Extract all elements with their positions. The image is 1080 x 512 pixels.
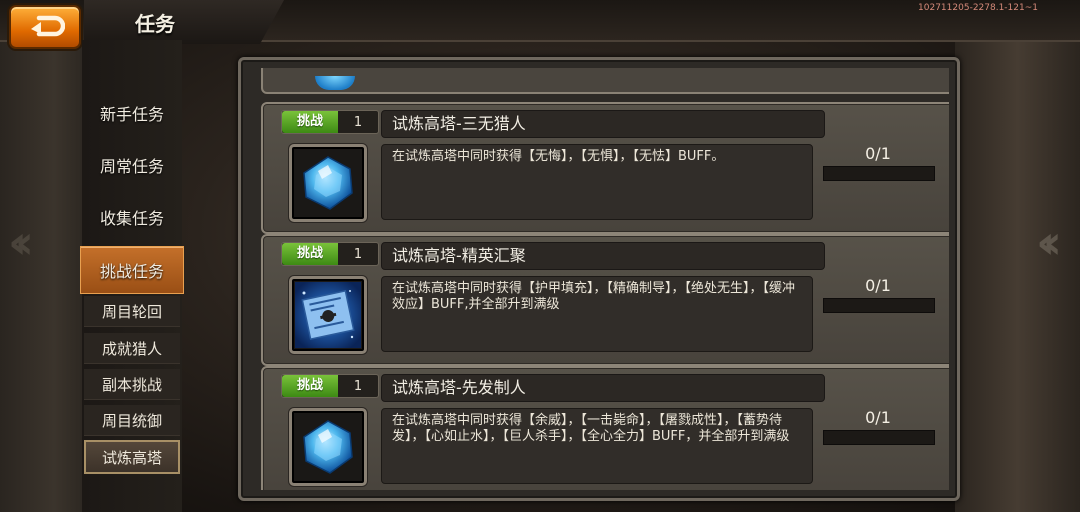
chevron-decor-left-icon: ‹‹ xyxy=(8,215,34,269)
task-card: 挑战 1 试炼高塔-三无猎人 在试炼高塔中同时获得【无悔】，【无惧】，【无怯】B… xyxy=(261,102,949,234)
title-plate xyxy=(84,0,284,44)
task-card: 挑战 1 试炼高塔-先发制人 在试炼高塔中同时获得【余威】，【一击毙命】，【屠戮… xyxy=(261,366,949,490)
task-name: 试炼高塔-先发制人 xyxy=(381,374,825,402)
progress-bar xyxy=(823,430,935,445)
build-info: 102711205-2278.1-121~1 xyxy=(918,3,1038,13)
reward-slot[interactable] xyxy=(289,144,367,222)
subtab-dominion[interactable]: 周目统御 xyxy=(84,405,180,436)
task-name: 试炼高塔-精英汇聚 xyxy=(381,242,825,270)
task-panel: 挑战 1 试炼高塔-三无猎人 在试炼高塔中同时获得【无悔】，【无惧】，【无怯】B… xyxy=(238,57,960,501)
progress-text: 0/1 xyxy=(865,144,891,163)
blue-crystal-icon xyxy=(303,420,353,474)
tab-collect[interactable]: 收集任务 xyxy=(82,194,182,240)
subtab-tower[interactable]: 试炼高塔 xyxy=(84,440,180,474)
task-tag: 挑战 1 xyxy=(281,374,379,398)
tab-novice[interactable]: 新手任务 xyxy=(82,90,182,136)
tag-count: 1 xyxy=(353,378,363,394)
progress-text: 0/1 xyxy=(865,276,891,295)
back-button[interactable] xyxy=(9,5,81,49)
subtab-cycle[interactable]: 周目轮回 xyxy=(84,296,180,327)
subtab-achievement[interactable]: 成就猎人 xyxy=(84,333,180,364)
back-arrow-icon xyxy=(31,15,65,37)
tag-label: 挑战 xyxy=(282,111,338,133)
tab-weekly[interactable]: 周常任务 xyxy=(82,142,182,188)
task-list[interactable]: 挑战 1 试炼高塔-三无猎人 在试炼高塔中同时获得【无悔】，【无惧】，【无怯】B… xyxy=(249,68,949,490)
tag-count: 1 xyxy=(353,246,363,262)
task-name: 试炼高塔-三无猎人 xyxy=(381,110,825,138)
page-title: 任务 xyxy=(135,12,175,36)
tag-count: 1 xyxy=(353,114,363,130)
tag-label: 挑战 xyxy=(282,375,338,397)
progress-bar xyxy=(823,298,935,313)
subtab-dungeon[interactable]: 副本挑战 xyxy=(84,369,180,400)
tag-label: 挑战 xyxy=(282,243,338,265)
task-tag: 挑战 1 xyxy=(281,110,379,134)
corridor-wall-right: ‹‹ xyxy=(955,40,1080,512)
blueprint-scroll-icon xyxy=(295,282,361,348)
task-card-partial xyxy=(261,68,949,94)
task-card: 挑战 1 试炼高塔-精英汇聚 在试炼高塔中同时获得【护甲填充】，【精确制导】，【… xyxy=(261,234,949,366)
progress-bar xyxy=(823,166,935,181)
task-description: 在试炼高塔中同时获得【余威】，【一击毙命】，【屠戮成性】，【蓄势待发】，【心如止… xyxy=(381,408,813,484)
progress-text: 0/1 xyxy=(865,408,891,427)
corridor-wall-left: ‹‹ xyxy=(0,40,90,512)
reward-slot[interactable] xyxy=(289,408,367,486)
blue-crystal-icon xyxy=(315,76,355,90)
task-description: 在试炼高塔中同时获得【无悔】，【无惧】，【无怯】BUFF。 xyxy=(381,144,813,220)
sidebar: 新手任务 周常任务 收集任务 挑战任务 周目轮回 成就猎人 副本挑战 周目统御 … xyxy=(80,40,184,512)
chevron-decor-right-icon: ‹‹ xyxy=(1036,215,1062,269)
tab-challenge[interactable]: 挑战任务 xyxy=(80,246,184,294)
blue-crystal-icon xyxy=(303,156,353,210)
task-tag: 挑战 1 xyxy=(281,242,379,266)
reward-slot[interactable] xyxy=(289,276,367,354)
task-description: 在试炼高塔中同时获得【护甲填充】，【精确制导】，【绝处无生】，【缓冲效应】BUF… xyxy=(381,276,813,352)
